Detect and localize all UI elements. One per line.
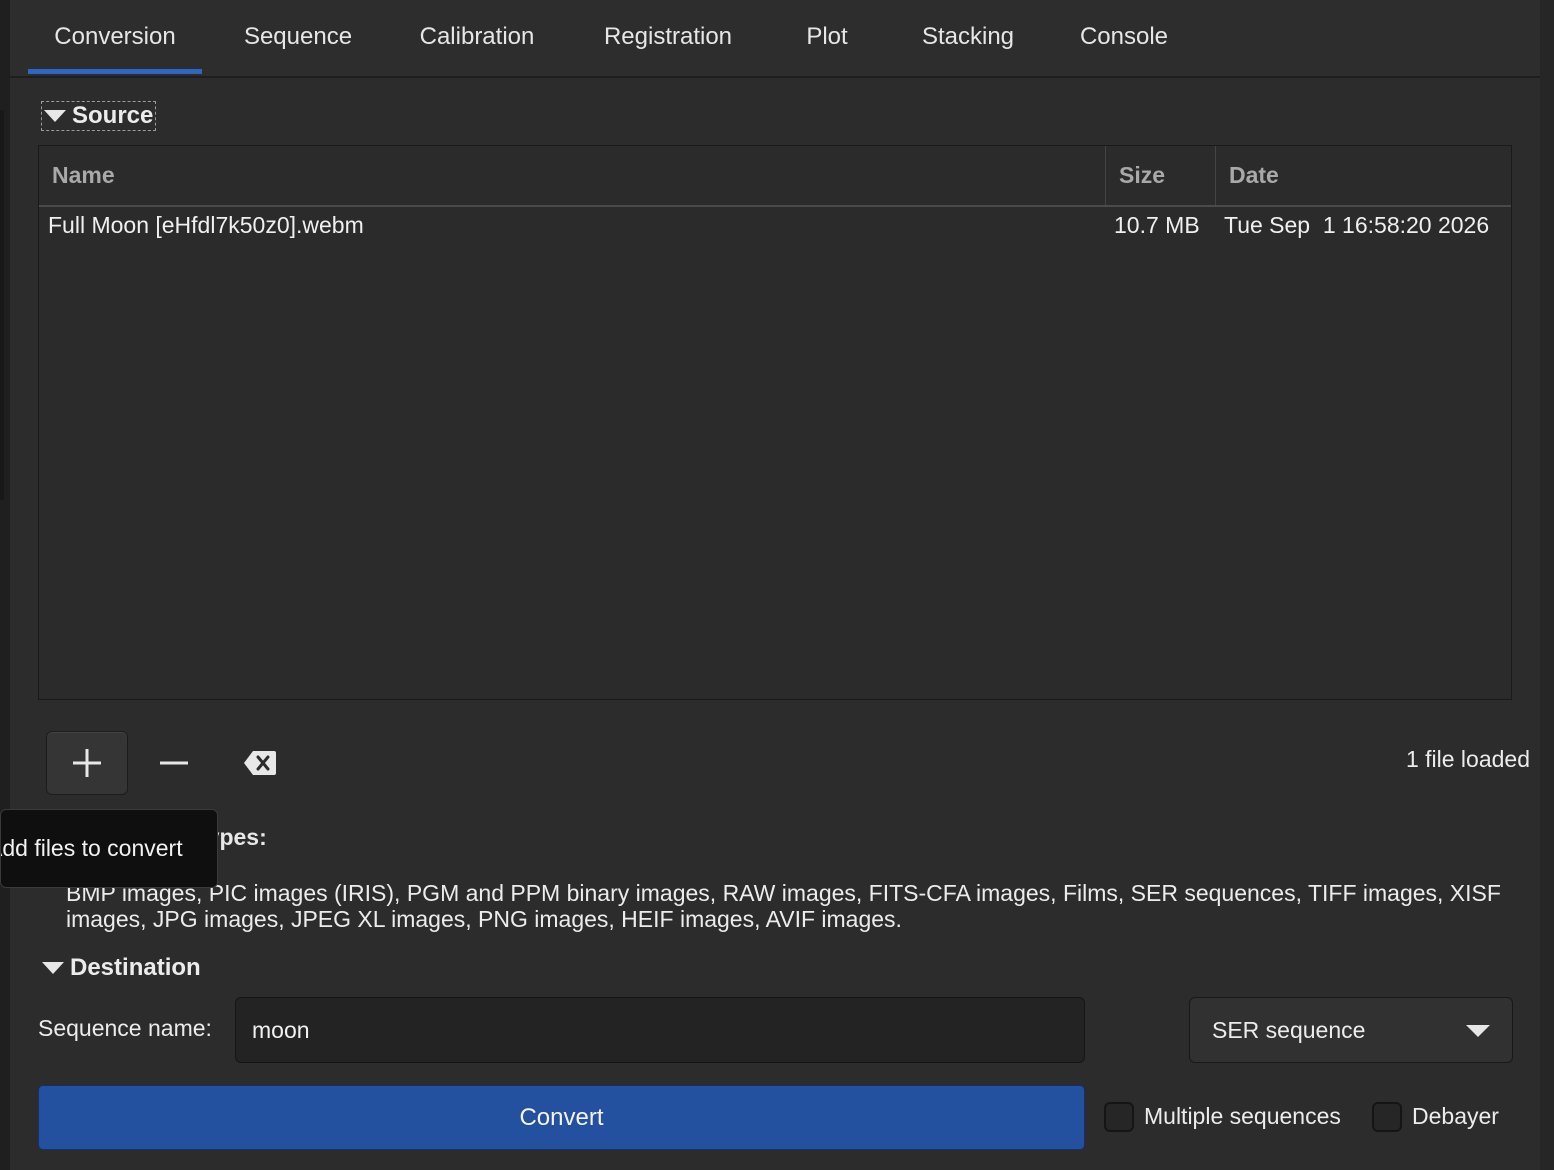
add-files-tooltip: Add files to convert — [0, 809, 218, 888]
table-header: Name Size Date — [39, 146, 1511, 207]
column-header-size[interactable]: Size — [1105, 146, 1215, 205]
output-format-value: SER sequence — [1212, 1016, 1366, 1043]
debayer-label[interactable]: Debayer — [1412, 1103, 1499, 1130]
file-size: 10.7 MB — [1114, 211, 1200, 238]
file-name: Full Moon [eHfdl7k50z0].webm — [48, 211, 364, 238]
column-header-date[interactable]: Date — [1215, 146, 1511, 205]
tab-console[interactable]: Console — [1062, 0, 1186, 74]
destination-title: Destination — [70, 954, 201, 981]
expand-triangle-icon — [44, 110, 66, 122]
expand-triangle-icon — [42, 962, 64, 974]
right-window-edge — [1539, 0, 1554, 1170]
chevron-down-icon — [1466, 1025, 1490, 1037]
remove-file-button[interactable] — [133, 731, 215, 795]
destination-expander[interactable]: Destination — [42, 954, 201, 982]
tab-registration[interactable]: Registration — [584, 0, 752, 74]
convert-button-label: Convert — [519, 1103, 604, 1131]
output-format-select[interactable]: SER sequence — [1189, 997, 1513, 1063]
tab-sequence[interactable]: Sequence — [220, 0, 376, 74]
source-expander[interactable]: Source — [40, 101, 157, 131]
tab-calibration[interactable]: Calibration — [398, 0, 556, 74]
source-title: Source — [72, 102, 154, 129]
conversion-panel: Source Name Size Date Full Moon [eHfdl7k… — [0, 78, 1540, 1170]
sequence-name-value: moon — [252, 1016, 310, 1043]
tab-plot[interactable]: Plot — [782, 0, 872, 74]
clear-files-button[interactable] — [219, 731, 301, 795]
tooltip-text: Add files to convert — [0, 835, 183, 861]
tab-conversion[interactable]: Conversion — [28, 0, 202, 74]
files-loaded-status: 1 file loaded — [1405, 746, 1530, 772]
supported-types-text: BMP images, PIC images (IRIS), PGM and P… — [66, 880, 1501, 932]
convert-button[interactable]: Convert — [38, 1085, 1085, 1150]
sequence-name-label: Sequence name: — [38, 1015, 212, 1041]
column-header-name[interactable]: Name — [39, 146, 1105, 205]
file-date: Tue Sep 1 16:58:20 2026 — [1224, 211, 1490, 238]
tab-stacking[interactable]: Stacking — [902, 0, 1034, 74]
table-row[interactable]: Full Moon [eHfdl7k50z0].webm 10.7 MB Tue… — [39, 206, 1511, 244]
left-scroll-edge — [0, 110, 4, 500]
clear-backspace-icon — [244, 751, 276, 775]
tab-bar: Conversion Sequence Calibration Registra… — [10, 0, 1540, 78]
plus-icon — [73, 749, 101, 777]
file-table[interactable]: Name Size Date Full Moon [eHfdl7k50z0].w… — [38, 145, 1512, 700]
left-window-edge — [0, 0, 10, 1170]
multiple-sequences-label[interactable]: Multiple sequences — [1144, 1103, 1341, 1130]
minus-icon — [160, 761, 188, 765]
debayer-checkbox[interactable] — [1372, 1102, 1402, 1132]
multiple-sequences-checkbox[interactable] — [1104, 1102, 1134, 1132]
add-files-button[interactable] — [46, 731, 128, 795]
sequence-name-input[interactable]: moon — [235, 997, 1085, 1063]
